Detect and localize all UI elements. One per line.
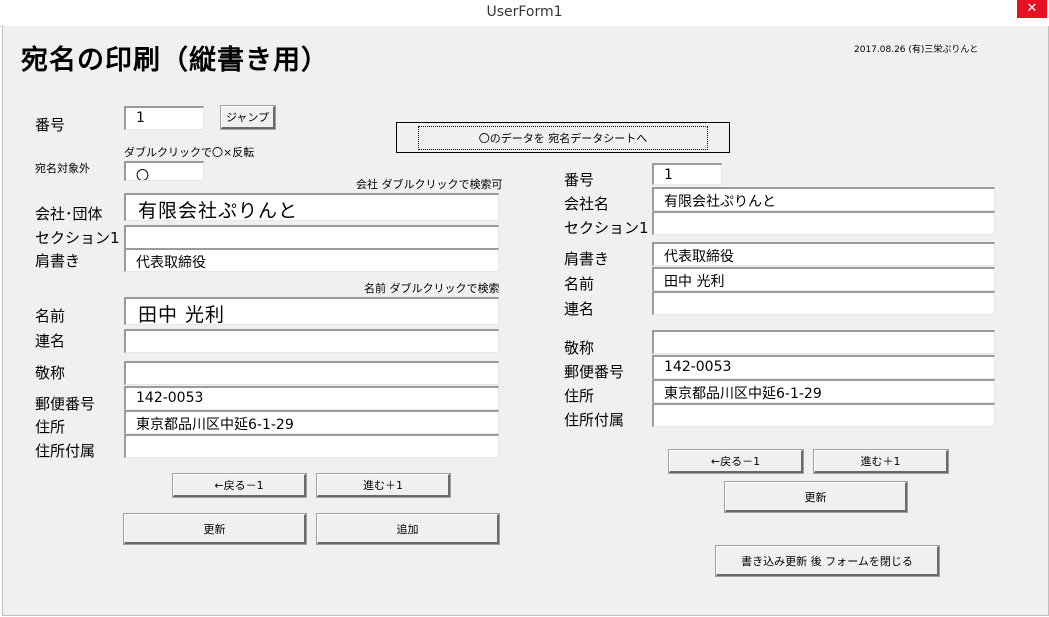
exclude-toggle-input[interactable]: 〇 xyxy=(124,161,204,181)
left-number-input[interactable]: 1 xyxy=(124,106,204,130)
left-back-button[interactable]: ←戻る－1 xyxy=(172,473,307,498)
left-company-input[interactable]: 有限会社ぷりんと xyxy=(124,193,499,221)
right-address-input[interactable]: 東京都品川区中延6-1-29 xyxy=(652,379,995,403)
exclude-label: 宛名対象外 xyxy=(35,162,90,175)
left-joint-label: 連名 xyxy=(35,332,66,350)
window-title: UserForm1 xyxy=(486,4,563,20)
right-honorific-input[interactable] xyxy=(652,330,995,354)
right-address2-input[interactable] xyxy=(652,403,995,427)
right-name-label: 名前 xyxy=(564,275,595,293)
left-section-label: セクション1 xyxy=(35,229,120,247)
left-update-button[interactable]: 更新 xyxy=(123,513,307,545)
right-title-label: 肩書き xyxy=(564,250,610,268)
right-zip-input[interactable]: 142-0053 xyxy=(652,355,995,379)
right-number-label: 番号 xyxy=(564,171,595,189)
jump-button[interactable]: ジャンプ xyxy=(220,105,276,130)
right-joint-label: 連名 xyxy=(564,300,595,318)
title-bar: UserForm1 ✕ xyxy=(0,0,1049,27)
left-address2-label: 住所付属 xyxy=(35,442,96,460)
left-next-button[interactable]: 進む＋1 xyxy=(316,473,451,498)
right-update-button[interactable]: 更新 xyxy=(724,481,908,513)
copy-to-sheet-button[interactable]: 〇のデータを 宛名データシートへ xyxy=(396,122,730,153)
right-next-button[interactable]: 進む＋1 xyxy=(813,449,949,474)
left-name-label: 名前 xyxy=(35,307,66,325)
left-number-label: 番号 xyxy=(35,116,66,134)
right-title-input[interactable]: 代表取締役 xyxy=(652,242,995,266)
left-title-input[interactable]: 代表取締役 xyxy=(124,248,499,272)
right-company-input[interactable]: 有限会社ぷりんと xyxy=(652,187,995,211)
name-search-hint: 名前 ダブルクリックで検索 xyxy=(364,282,500,295)
company-search-hint: 会社 ダブルクリックで検索可 xyxy=(356,178,503,191)
left-address2-input[interactable] xyxy=(124,434,499,458)
credit-text: 2017.08.26 (有)三栄ぷりんと xyxy=(854,45,979,55)
right-number-input[interactable]: 1 xyxy=(652,163,722,185)
right-address2-label: 住所付属 xyxy=(564,411,625,429)
left-company-label: 会社･団体 xyxy=(35,205,103,223)
right-joint-input[interactable] xyxy=(652,291,995,315)
form-heading: 宛名の印刷（縦書き用） xyxy=(21,45,329,76)
right-back-button[interactable]: ←戻る－1 xyxy=(668,449,804,474)
save-and-close-button[interactable]: 書き込み更新 後 フォームを閉じる xyxy=(715,545,940,577)
left-section-input[interactable] xyxy=(124,225,499,249)
left-address-label: 住所 xyxy=(35,418,66,436)
left-zip-label: 郵便番号 xyxy=(35,395,96,413)
right-honorific-label: 敬称 xyxy=(564,339,595,357)
left-zip-input[interactable]: 142-0053 xyxy=(124,386,499,410)
left-honorific-input[interactable] xyxy=(124,361,499,385)
right-address-label: 住所 xyxy=(564,387,595,405)
left-title-label: 肩書き xyxy=(35,252,81,270)
left-joint-input[interactable] xyxy=(124,329,499,353)
right-zip-label: 郵便番号 xyxy=(564,363,625,381)
right-company-label: 会社名 xyxy=(564,195,610,213)
add-button[interactable]: 追加 xyxy=(316,513,500,545)
left-address-input[interactable]: 東京都品川区中延6-1-29 xyxy=(124,410,499,434)
left-honorific-label: 敬称 xyxy=(35,364,66,382)
user-form: 宛名の印刷（縦書き用） 2017.08.26 (有)三栄ぷりんと 番号 1 ジャ… xyxy=(2,26,1049,616)
close-window-button[interactable]: ✕ xyxy=(1017,0,1047,18)
copy-to-sheet-label: 〇のデータを 宛名データシートへ xyxy=(417,125,709,150)
right-name-input[interactable]: 田中 光利 xyxy=(652,267,995,291)
right-section-label: セクション1 xyxy=(564,219,649,237)
left-name-input[interactable]: 田中 光利 xyxy=(124,297,499,325)
right-section-input[interactable] xyxy=(652,211,995,235)
toggle-hint: ダブルクリックで〇×反転 xyxy=(124,146,255,159)
